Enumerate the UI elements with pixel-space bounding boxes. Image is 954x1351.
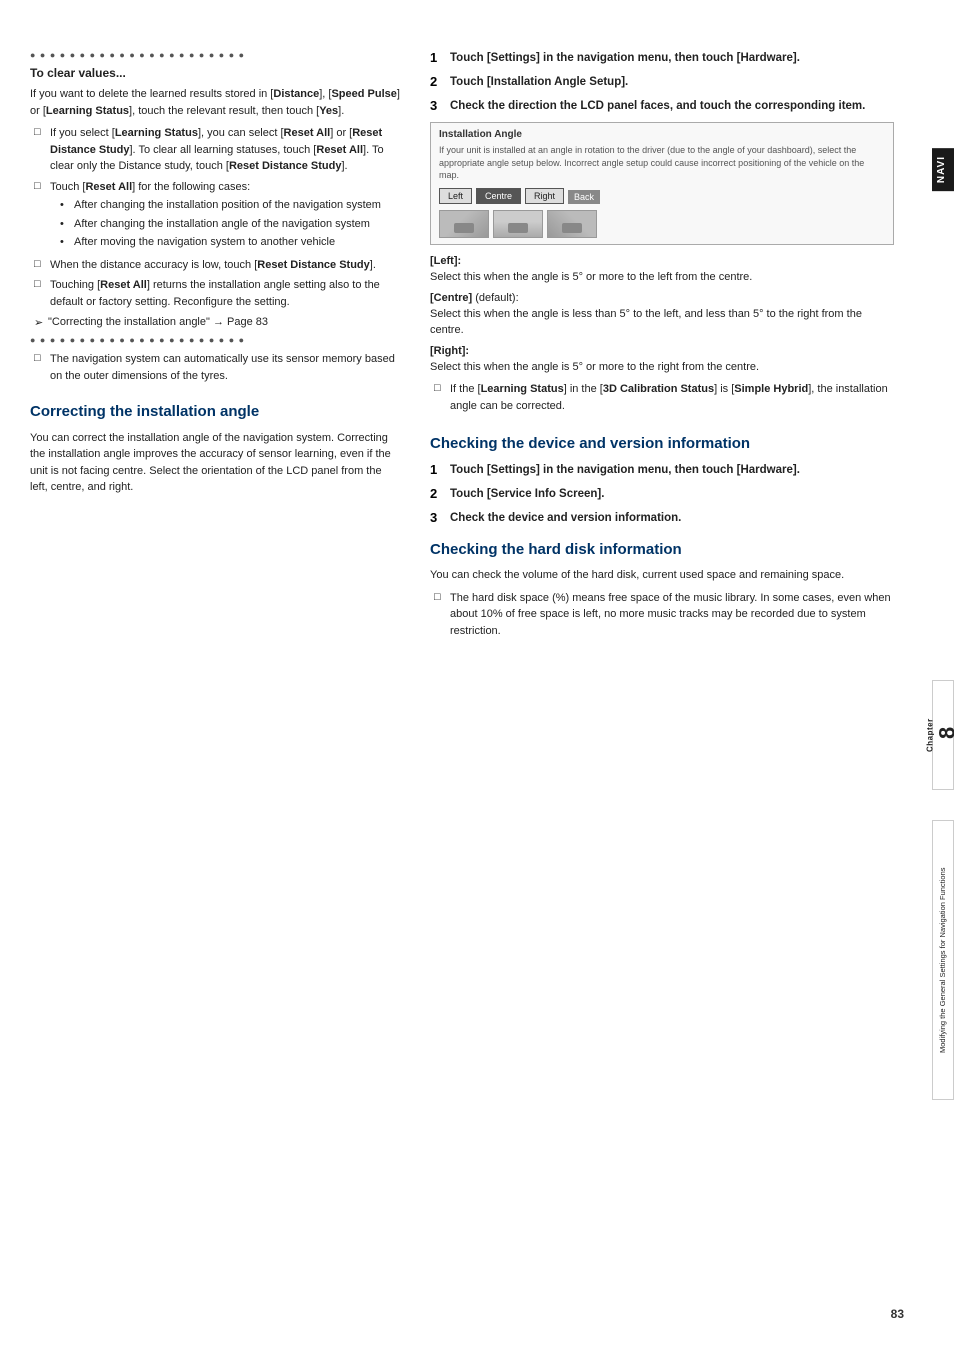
sub-bullet-2: • After changing the installation angle … [60,216,400,233]
centre-description: Select this when the angle is less than … [430,306,894,339]
checking-step-2-number: 2 [430,486,450,501]
clear-intro-text: If you want to delete the learned result… [30,86,400,119]
checking-step-3-content: Check the device and version information… [450,510,894,526]
dot-divider-top: ● ● ● ● ● ● ● ● ● ● ● ● ● ● ● ● ● ● ● ● … [30,50,400,60]
checking-step-1-content: Touch [Settings] in the navigation menu,… [450,462,894,478]
checking-step-1: 1 Touch [Settings] in the navigation men… [430,462,894,478]
bullet-learning-status: □ If you select [Learning Status], you c… [30,125,400,175]
sub-bullet-dot-1: • [60,197,74,214]
angle-buttons-row: Left Centre Right Back [439,188,885,204]
checking-step-3-number: 3 [430,510,450,525]
sub-bullet-1: • After changing the installation positi… [60,197,400,214]
step-2-number: 2 [430,74,450,89]
left-description: Select this when the angle is 5° or more… [430,269,894,286]
hard-disk-heading: Checking the hard disk information [430,540,894,560]
angle-thumbnails [439,210,885,238]
centre-angle-button[interactable]: Centre [476,188,521,204]
step-2: 2 Touch [Installation Angle Setup]. [430,74,894,90]
bullet-content-1: If you select [Learning Status], you can… [50,125,400,175]
step-1: 1 Touch [Settings] in the navigation men… [430,50,894,66]
sub-bullet-dot-2: • [60,216,74,233]
right-label-text: [Right]: [430,345,894,357]
bullet-calibration: □ If the [Learning Status] in the [3D Ca… [430,381,894,414]
angle-image-box: Installation Angle If your unit is insta… [430,122,894,245]
angle-image-body: If your unit is installed at an angle in… [439,144,885,182]
bullet-icon-2: □ [34,179,50,253]
step-3-content: Check the direction the LCD panel faces,… [450,98,894,114]
angle-image-title: Installation Angle [439,129,885,140]
arrow-note-text: "Correcting the installation angle" → Pa… [48,316,268,328]
bullet-icon-1: □ [34,125,50,175]
right-description: Select this when the angle is 5° or more… [430,359,894,376]
step-1-number: 1 [430,50,450,65]
left-column: ● ● ● ● ● ● ● ● ● ● ● ● ● ● ● ● ● ● ● ● … [30,40,420,643]
step-3: 3 Check the direction the LCD panel face… [430,98,894,114]
step-3-number: 3 [430,98,450,113]
sub-bullet-text-3: After moving the navigation system to an… [74,234,400,251]
arrow-note: ➢ "Correcting the installation angle" → … [34,316,400,329]
bullet-reset-all: □ Touch [Reset All] for the following ca… [30,179,400,253]
bullet-hard-disk: □ The hard disk space (%) means free spa… [430,590,894,640]
right-column: 1 Touch [Settings] in the navigation men… [420,40,924,643]
back-button[interactable]: Back [568,190,600,204]
bullet-distance-low: □ When the distance accuracy is low, tou… [30,257,400,274]
sub-bullet-text-2: After changing the installation angle of… [74,216,400,233]
bullet-content-cal: If the [Learning Status] in the [3D Cali… [450,381,894,414]
left-label-text: [Left]: [430,255,894,267]
bullet-icon-cal: □ [434,381,450,414]
bullet-icon-hd: □ [434,590,450,640]
correcting-body-text: You can correct the installation angle o… [30,430,400,496]
arrow-icon: ➢ [34,316,48,329]
hard-disk-body: You can check the volume of the hard dis… [430,567,894,584]
bullet-reset-factory: □ Touching [Reset All] returns the insta… [30,277,400,310]
sub-bullet-dot-3: • [60,234,74,251]
bullet-icon-3: □ [34,257,50,274]
checking-step-2: 2 Touch [Service Info Screen]. [430,486,894,502]
checking-step-1-number: 1 [430,462,450,477]
checking-step-2-content: Touch [Service Info Screen]. [450,486,894,502]
clear-values-title: To clear values... [30,66,400,80]
page-number: 83 [891,1307,904,1321]
correcting-heading: Correcting the installation angle [30,402,400,422]
bullet-content-2: Touch [Reset All] for the following case… [50,179,400,253]
left-angle-button[interactable]: Left [439,188,472,204]
sub-bullet-text-1: After changing the installation position… [74,197,400,214]
sub-bullet-3: • After moving the navigation system to … [60,234,400,251]
bullet-icon-4: □ [34,277,50,310]
bullet-sensor-memory: □ The navigation system can automaticall… [30,351,400,384]
centre-label-text: [Centre] (default): [430,292,894,304]
bullet-icon-5: □ [34,351,50,384]
bullet-content-3: When the distance accuracy is low, touch… [50,257,400,274]
angle-thumb-right [547,210,597,238]
checking-step-3: 3 Check the device and version informati… [430,510,894,526]
angle-thumb-left [439,210,489,238]
right-angle-button[interactable]: Right [525,188,564,204]
angle-thumb-centre [493,210,543,238]
checking-device-heading: Checking the device and version informat… [430,434,894,454]
step-2-content: Touch [Installation Angle Setup]. [450,74,894,90]
bullet-content-hd: The hard disk space (%) means free space… [450,590,894,640]
dot-divider-2: ● ● ● ● ● ● ● ● ● ● ● ● ● ● ● ● ● ● ● ● … [30,335,400,345]
bullet-content-4: Touching [Reset All] returns the install… [50,277,400,310]
bullet-content-5: The navigation system can automatically … [50,351,400,384]
step-1-content: Touch [Settings] in the navigation menu,… [450,50,894,66]
